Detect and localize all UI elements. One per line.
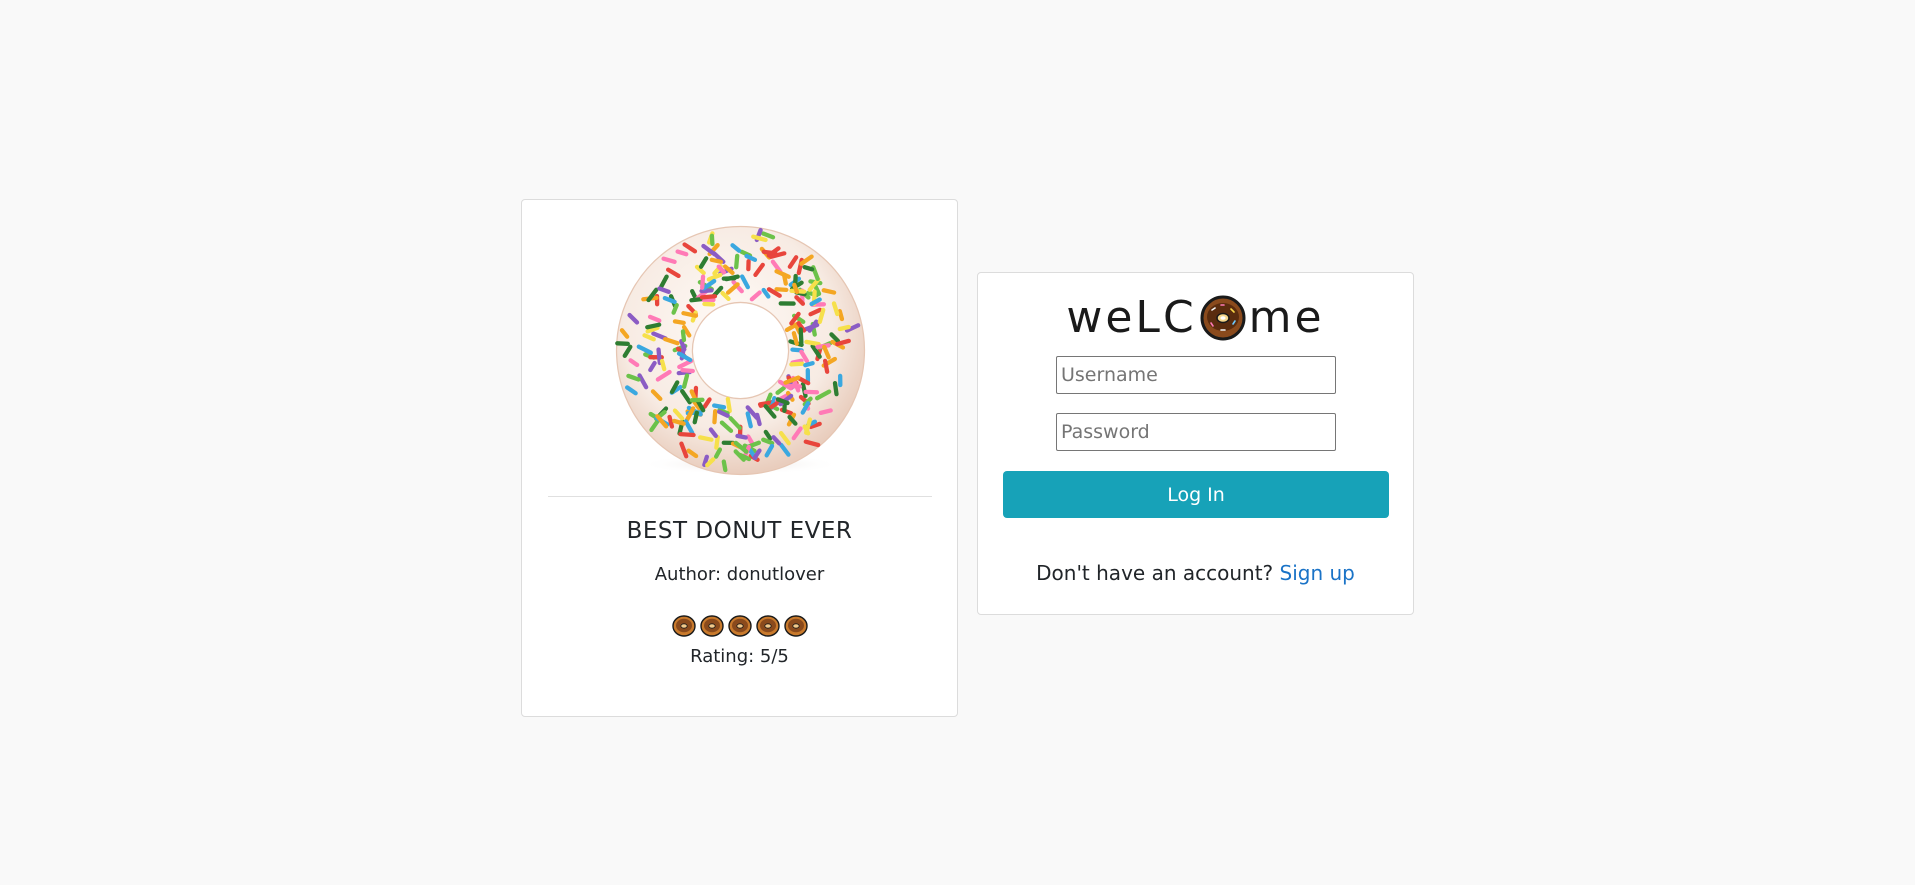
login-card: weLC me Log In Don't have an account? Si…: [977, 272, 1414, 615]
sprinkle-donut-image: [615, 225, 866, 476]
username-input[interactable]: [1056, 356, 1336, 394]
donut-icon: [727, 615, 752, 637]
donut-icon: [1200, 295, 1246, 341]
rating-donuts: [522, 615, 957, 637]
rating-text: Rating: 5/5: [690, 646, 789, 667]
welcome-text-left: weLC: [1066, 292, 1197, 343]
signup-line: Don't have an account? Sign up: [978, 561, 1413, 585]
donut-icon: [755, 615, 780, 637]
post-author: Author: donutlover: [654, 564, 825, 585]
welcome-text-right: me: [1248, 292, 1325, 343]
donut-icon: [671, 615, 696, 637]
post-title: BEST DONUT EVER: [626, 518, 853, 544]
signup-prompt: Don't have an account?: [1036, 561, 1274, 585]
welcome-heading: weLC me: [978, 293, 1413, 343]
donut-icon: [783, 615, 808, 637]
card-divider: [548, 496, 932, 497]
password-input[interactable]: [1056, 413, 1336, 451]
post-card: BEST DONUT EVER Author: donutlover Ratin…: [521, 199, 958, 717]
donut-icon: [699, 615, 724, 637]
signup-link[interactable]: Sign up: [1280, 561, 1355, 585]
login-button[interactable]: Log In: [1003, 471, 1389, 518]
